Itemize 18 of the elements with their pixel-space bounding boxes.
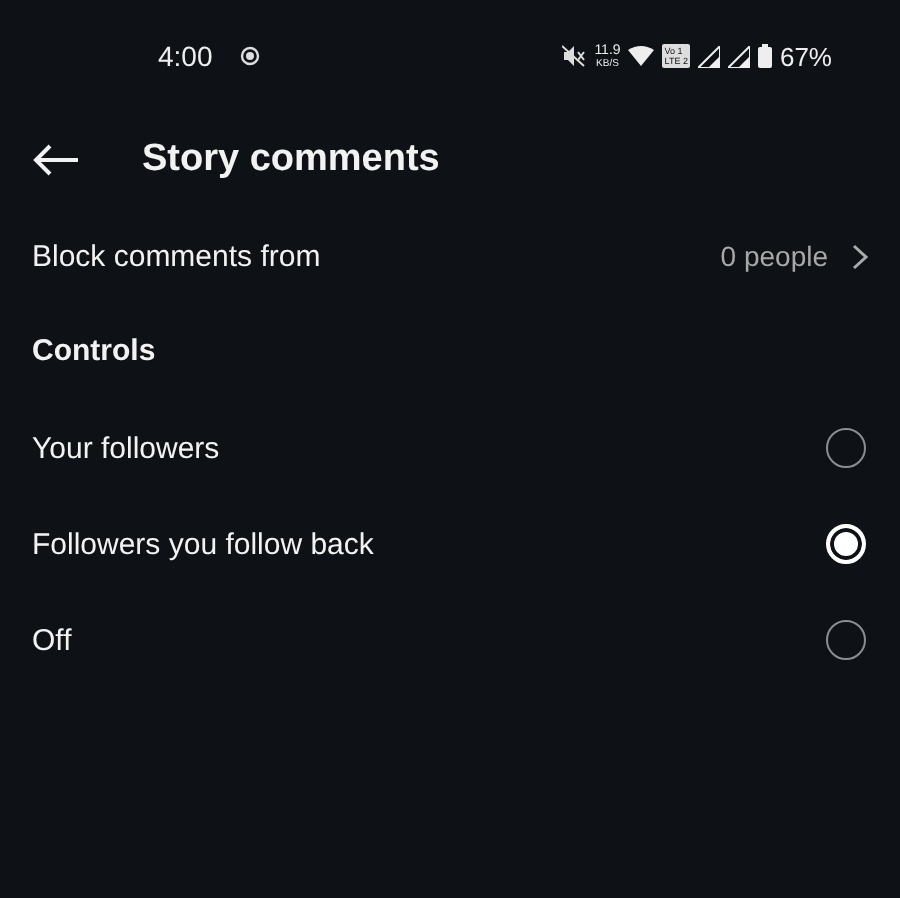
wifi-icon [628,46,655,66]
battery-icon [757,44,772,68]
option-row[interactable]: Your followers [0,400,900,496]
page-title: Story comments [142,138,440,182]
signal-icon [727,45,750,67]
block-comments-row[interactable]: Block comments from 0 people [0,208,900,304]
status-time: 4:00 [158,40,213,72]
chevron-right-icon [852,243,868,269]
option-row[interactable]: Followers you follow back [0,496,900,592]
back-arrow-icon[interactable] [32,144,80,176]
option-row[interactable]: Off [0,592,900,688]
section-heading: Controls [30,332,158,372]
signal-icon [697,45,720,67]
record-icon [240,46,261,66]
battery-percent: 67% [779,41,832,71]
radio-button[interactable] [826,620,866,660]
radio-button[interactable] [826,428,866,468]
muted-speaker-icon [562,44,587,68]
